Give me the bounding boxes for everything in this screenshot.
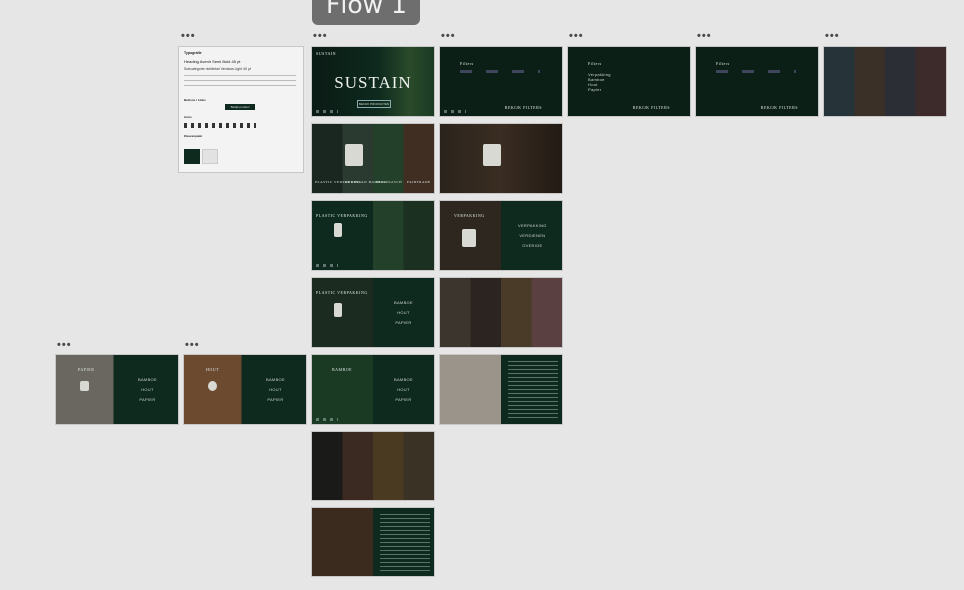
info-text [380,514,430,572]
slide-products-2[interactable] [439,277,563,348]
hout-title: HOUT [206,367,220,372]
filters-title: Filters [716,61,730,66]
menu-item[interactable]: HOUT [266,385,285,395]
papier-title: PAPIER [78,367,95,372]
menu-item[interactable]: BAMBOE [394,298,413,308]
slide-info-2[interactable] [311,507,435,577]
ellipsis-icon[interactable]: ••• [57,340,72,351]
tote-bag-image [483,144,501,166]
social-icons [316,264,338,267]
slide-hout[interactable]: HOUT BAMBOE HOUT PAPIER [183,354,307,425]
filters-link[interactable]: BEKIJK FILTERS [633,105,670,110]
menu-list: BAMBOE HOUT PAPIER [394,375,413,405]
social-icons [444,110,466,113]
menu-item[interactable]: HOUT [394,308,413,318]
styleguide-subheading: Subcategorie richttekst Verdana Light 40… [184,67,251,71]
filters-title: Filters [588,61,602,66]
cta-button[interactable]: Bekijk product [225,104,255,110]
slide-filters-2[interactable]: Filters Verpakking Bamboe Hout Papier BE… [567,46,691,117]
menu-item[interactable]: BAMBOE [266,375,285,385]
styleguide-title: Typografie [184,51,202,55]
menu-item[interactable]: BAMBOE [138,375,157,385]
plastic-title: PLASTIC VERPAKKING [316,213,368,218]
filter-list: Verpakking Bamboe Hout Papier [588,72,611,92]
ellipsis-icon[interactable]: ••• [697,31,712,42]
social-icons [316,418,338,421]
ellipsis-icon[interactable]: ••• [825,31,840,42]
menu-item[interactable]: HOUT [138,385,157,395]
styleguide-frame[interactable]: Typografie Heading Avenir Semi Bold 45 p… [178,46,304,173]
slide-plastic-menu[interactable]: PLASTIC VERPAKKING BAMBOE HOUT PAPIER [311,277,435,348]
social-icons [316,110,338,113]
slide-products-3[interactable] [311,431,435,501]
slide-products-grid[interactable] [823,46,947,117]
slide-filters-1[interactable]: Filters BEKIJK FILTERS [439,46,563,117]
text-lines [184,75,296,89]
hero-title: SUSTAIN [334,73,412,92]
bamboe-title: BAMBOE [332,367,353,372]
slide-recycle[interactable] [439,123,563,194]
menu-list: BAMBOE HOUT PAPIER [394,298,413,328]
slide-sustain[interactable]: SUSTAIN SUSTAIN BEKIJK PRODUCTEN [311,46,435,117]
slide-plastic[interactable]: PLASTIC VERPAKKING [311,200,435,271]
filters-link[interactable]: BEKIJK FILTERS [505,105,542,110]
menu-item[interactable]: HOUT [394,385,413,395]
icons-title: Icons [184,115,192,119]
bottle-image [334,303,342,317]
buttons-title: Buttons / Links [184,98,206,102]
plastic-title: PLASTIC VERPAKKING [316,290,368,295]
ellipsis-icon[interactable]: ••• [181,31,196,42]
menu-item[interactable]: PAPIER [394,395,413,405]
slide-categories[interactable]: PLASTIC VERPAKKING DERBSTAN BAMBOO BIOLO… [311,123,435,194]
menu-list: BAMBOE HOUT PAPIER [138,375,157,405]
tote-bag-image [462,229,476,247]
ellipsis-icon[interactable]: ••• [313,31,328,42]
menu-item[interactable]: PAPIER [394,318,413,328]
category-label[interactable]: FAIRTRADE [407,180,431,184]
menu-list: BAMBOE HOUT PAPIER [266,375,285,405]
menu-item[interactable]: PAPIER [138,395,157,405]
menu-item[interactable]: BAMBOE [394,375,413,385]
slide-bamboe[interactable]: BAMBOE BAMBOE HOUT PAPIER [311,354,435,425]
ellipsis-icon[interactable]: ••• [441,31,456,42]
tree-image [208,381,217,391]
filter-item[interactable]: Papier [588,87,611,92]
menu-item[interactable]: PAPIER [266,395,285,405]
flow-label[interactable]: Flow 1 [312,0,420,25]
paper-image [80,381,89,391]
icon-row [184,123,256,128]
tote-bag-image [345,144,363,166]
ellipsis-icon[interactable]: ••• [185,340,200,351]
category-label[interactable]: BIOLOGISCH [376,180,402,184]
color-title: Kleurenpalet [184,134,203,138]
filters-title: Filters [460,61,474,66]
brand-logo: SUSTAIN [316,51,337,56]
slide-papier[interactable]: PAPIER BAMBOE HOUT PAPIER [55,354,179,425]
menu-list: VERPAKKING VERDIENEN OVERIGE [518,221,547,251]
filter-options [716,70,796,73]
filter-options [460,70,540,73]
menu-item[interactable]: OVERIGE [518,241,547,251]
menu-item[interactable]: VERPAKKING [518,221,547,231]
menu-item[interactable]: VERDIENEN [518,231,547,241]
hero-button[interactable]: BEKIJK PRODUCTEN [357,100,391,108]
swatch-light [202,149,218,164]
slide-info-1[interactable] [439,354,563,425]
bottle-image [334,223,342,237]
filters-link[interactable]: BEKIJK FILTERS [761,105,798,110]
slide-verpakking[interactable]: VERPAKKING VERPAKKING VERDIENEN OVERIGE [439,200,563,271]
verpakking-title: VERPAKKING [454,213,485,218]
swatch-dark [184,149,200,164]
info-text [508,361,558,419]
styleguide-heading: Heading Avenir Semi Bold 45 pt [184,59,241,64]
ellipsis-icon[interactable]: ••• [569,31,584,42]
slide-filters-3[interactable]: Filters BEKIJK FILTERS [695,46,819,117]
